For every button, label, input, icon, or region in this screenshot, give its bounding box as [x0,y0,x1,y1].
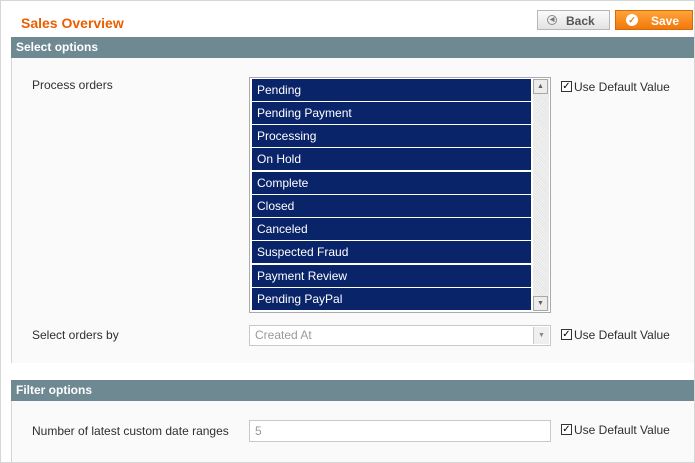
option-complete[interactable]: Complete [252,172,531,194]
section-header-select-options[interactable]: Select options [11,37,694,58]
use-default-label: Use Default Value [574,80,670,94]
save-button[interactable]: ✓ Save [615,10,693,30]
page-title: Sales Overview [21,15,124,31]
use-default-label: Use Default Value [574,423,670,437]
scroll-up-icon[interactable]: ▲ [533,79,548,94]
option-pending-paypal[interactable]: Pending PayPal [252,288,531,310]
check-icon: ✓ [626,14,638,26]
custom-date-ranges-label: Number of latest custom date ranges [32,424,229,438]
use-default-checkbox[interactable]: ✓ [561,81,572,92]
option-pending-payment[interactable]: Pending Payment [252,102,531,124]
process-orders-label: Process orders [32,78,113,92]
select-orders-by-label: Select orders by [32,328,119,342]
custom-date-ranges-value: 5 [255,424,262,438]
option-processing[interactable]: Processing [252,125,531,147]
use-default-label: Use Default Value [574,328,670,342]
option-suspected-fraud[interactable]: Suspected Fraud [252,241,531,263]
option-closed[interactable]: Closed [252,195,531,217]
use-default-checkbox[interactable]: ✓ [561,329,572,340]
option-on-hold[interactable]: On Hold [252,148,531,170]
select-orders-by-dropdown[interactable]: Created At ▼ [249,325,551,346]
back-button[interactable]: ◀ Back [537,10,610,30]
multiselect-scrollbar[interactable]: ▲ ▼ [533,79,549,311]
option-canceled[interactable]: Canceled [252,218,531,240]
back-arrow-icon: ◀ [547,15,557,25]
select-orders-by-value: Created At [255,328,312,342]
option-pending[interactable]: Pending [252,79,531,101]
save-button-label: Save [651,14,680,28]
use-default-checkbox[interactable]: ✓ [561,424,572,435]
back-button-label: Back [566,14,595,28]
config-page: Sales Overview ◀ Back ✓ Save Select opti… [0,0,695,463]
process-orders-multiselect[interactable]: Pending Pending Payment Processing On Ho… [249,77,551,313]
page-header: Sales Overview ◀ Back ✓ Save [1,1,694,37]
option-payment-review[interactable]: Payment Review [252,265,531,287]
chevron-down-icon[interactable]: ▼ [533,327,549,344]
section-header-filter-options[interactable]: Filter options [11,380,694,401]
custom-date-ranges-input[interactable]: 5 [249,420,551,442]
scroll-down-icon[interactable]: ▼ [533,296,548,311]
